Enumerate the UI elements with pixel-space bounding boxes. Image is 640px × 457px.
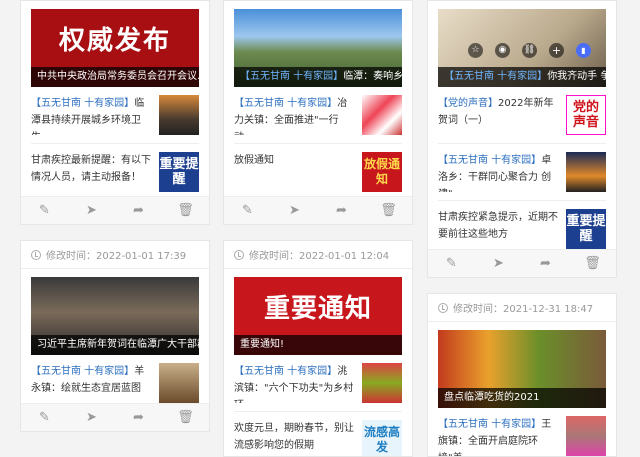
- thumbnail: 流感高发: [362, 420, 402, 456]
- article-card-2: 【五无甘南 十有家园】临潭：奏响乡… 【五无甘南 十有家园】冶力关镇：全面推进"…: [223, 0, 413, 225]
- edit-icon[interactable]: ✎: [238, 203, 258, 218]
- thumbnail: 放假通知: [362, 152, 402, 192]
- list-item[interactable]: 【党的声音】2022年新年贺词（一） 党的声音: [438, 87, 606, 144]
- cover-caption: 中共中央政治局常务委员会召开会议…: [31, 67, 199, 87]
- card-toolbar: ✎ ➤ ➦ 🗑: [21, 196, 209, 224]
- eye-icon[interactable]: ◉: [495, 43, 510, 58]
- link-icon[interactable]: ⛓: [522, 43, 537, 58]
- delete-icon[interactable]: 🗑: [176, 203, 196, 218]
- share-icon[interactable]: ➦: [332, 203, 352, 218]
- send-icon[interactable]: ➤: [82, 203, 102, 218]
- modified-time: 修改时间：2021-12-31 18:47: [428, 294, 616, 322]
- cover-image[interactable]: 【五无甘南 十有家园】临潭：奏响乡…: [234, 9, 402, 87]
- card-toolbar: ✎ ➤ ➦ 🗑: [21, 403, 209, 431]
- clock-icon: [31, 249, 41, 260]
- article-card-1: 权威发布 中共中央政治局常务委员会召开会议… 【五无甘南 十有家园】临潭县持续开…: [20, 0, 210, 225]
- list-item[interactable]: 甘肃疾控最新提醒：有以下情况人员，请主动报备！ 重要提醒: [31, 144, 199, 201]
- modified-time: 修改时间：2022-01-01 17:39: [21, 241, 209, 269]
- thumbnail: [566, 152, 606, 192]
- plus-icon[interactable]: +: [549, 43, 564, 58]
- cover-caption: 【五无甘南 十有家园】你我齐动手 争…: [438, 67, 606, 87]
- cover-image[interactable]: 习近平主席新年贺词在临潭广大干部群…: [31, 277, 199, 355]
- cover-caption: 重要通知!: [234, 335, 402, 355]
- clock-icon: [438, 302, 448, 313]
- share-icon[interactable]: ➦: [536, 256, 556, 271]
- thumbnail: 重要提醒: [566, 209, 606, 249]
- edit-icon[interactable]: ✎: [442, 256, 462, 271]
- cover-image[interactable]: 重要通知 重要通知!: [234, 277, 402, 355]
- card-toolbar: ✎ ➤ ➦ 🗑: [224, 196, 412, 224]
- star-icon[interactable]: ☆: [468, 43, 483, 58]
- hover-actions: ☆ ◉ ⛓ + ▮: [468, 43, 591, 58]
- delete-icon[interactable]: 🗑: [379, 203, 399, 218]
- thumbnail: [362, 95, 402, 135]
- share-icon[interactable]: ➦: [129, 410, 149, 425]
- thumbnail: 党的声音: [566, 95, 606, 135]
- list-item[interactable]: 放假通知 放假通知: [234, 144, 402, 201]
- thumbnail: [362, 363, 402, 403]
- cover-title: 权威发布: [58, 25, 171, 56]
- list-item[interactable]: 【五无甘南 十有家园】王旗镇：全面开启庭院环境"美…: [438, 408, 606, 456]
- article-card-3: ☆ ◉ ⛓ + ▮ 【五无甘南 十有家园】你我齐动手 争… 【党的声音】2022…: [427, 0, 617, 278]
- cover-caption: 盘点临潭吃货的2021: [438, 388, 606, 408]
- list-item[interactable]: 【五无甘南 十有家园】卓洛乡：干群同心聚合力 创建"…: [438, 144, 606, 201]
- thumbnail: 重要提醒: [159, 152, 199, 192]
- edit-icon[interactable]: ✎: [35, 410, 55, 425]
- clock-icon: [234, 249, 244, 260]
- share-icon[interactable]: ➦: [129, 203, 149, 218]
- list-item[interactable]: 【五无甘南 十有家园】冶力关镇：全面推进"一行动…: [234, 87, 402, 144]
- send-icon[interactable]: ➤: [489, 256, 509, 271]
- thumbnail: [159, 95, 199, 135]
- cover-image[interactable]: 权威发布 中共中央政治局常务委员会召开会议…: [31, 9, 199, 87]
- cover-title: 重要通知: [263, 293, 372, 324]
- edit-icon[interactable]: ✎: [35, 203, 55, 218]
- delete-icon[interactable]: 🗑: [176, 410, 196, 425]
- article-card-5: 修改时间：2022-01-01 12:04 重要通知 重要通知! 【五无甘南 十…: [223, 240, 413, 457]
- send-icon[interactable]: ➤: [285, 203, 305, 218]
- article-card-4: 修改时间：2022-01-01 17:39 习近平主席新年贺词在临潭广大干部群……: [20, 240, 210, 432]
- bookmark-icon[interactable]: ▮: [576, 43, 591, 58]
- thumbnail: [159, 363, 199, 403]
- list-item[interactable]: 欢度元旦，期盼春节，别让流感影响您的假期 流感高发: [234, 412, 402, 456]
- cover-image[interactable]: ☆ ◉ ⛓ + ▮ 【五无甘南 十有家园】你我齐动手 争…: [438, 9, 606, 87]
- card-toolbar: ✎ ➤ ➦ 🗑: [428, 249, 616, 277]
- list-item[interactable]: 【五无甘南 十有家园】洮滨镇："六个下功夫"为乡村环…: [234, 355, 402, 412]
- cover-caption: 【五无甘南 十有家园】临潭：奏响乡…: [234, 67, 402, 87]
- list-item[interactable]: 【五无甘南 十有家园】临潭县持续开展城乡环境卫生…: [31, 87, 199, 144]
- cover-image[interactable]: 盘点临潭吃货的2021: [438, 330, 606, 408]
- article-card-6: 修改时间：2021-12-31 18:47 盘点临潭吃货的2021 【五无甘南 …: [427, 293, 617, 457]
- send-icon[interactable]: ➤: [82, 410, 102, 425]
- modified-time: 修改时间：2022-01-01 12:04: [224, 241, 412, 269]
- thumbnail: [566, 416, 606, 456]
- delete-icon[interactable]: 🗑: [583, 256, 603, 271]
- cover-caption: 习近平主席新年贺词在临潭广大干部群…: [31, 335, 199, 355]
